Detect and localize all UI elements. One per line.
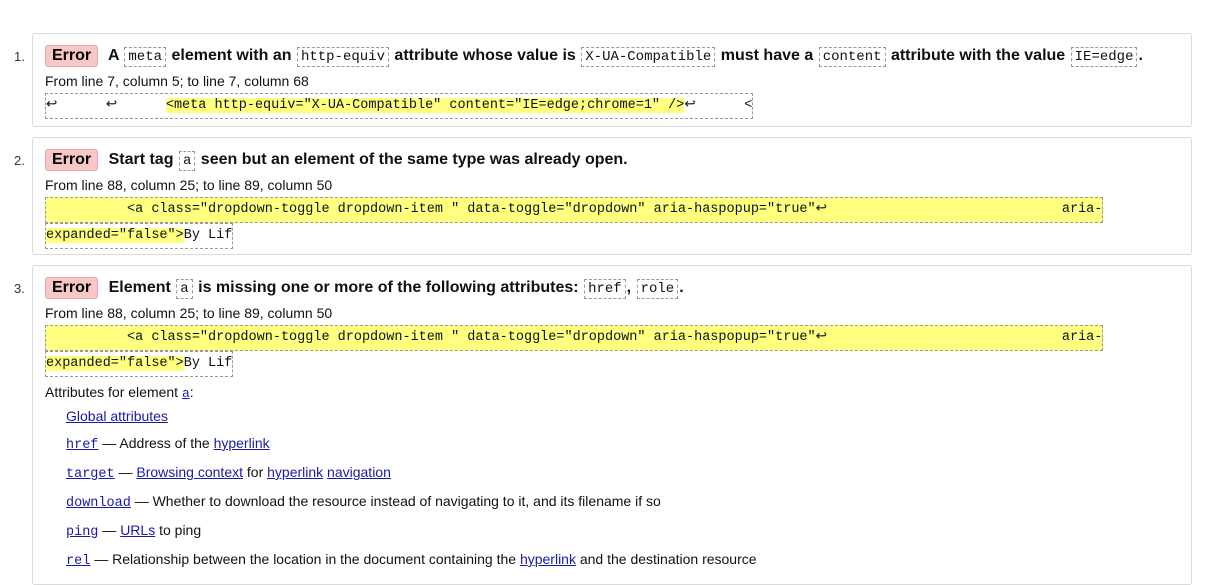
- source-extract: ↩ ↩ <meta http-equiv="X-UA-Compatible" c…: [45, 93, 1179, 119]
- error-badge: Error: [45, 45, 99, 67]
- message-1: 1. Error A meta element with an http-equ…: [14, 33, 1192, 127]
- code-term: a: [178, 151, 196, 171]
- list-item: href — Address of the hyperlink: [66, 435, 270, 453]
- code-term: a: [176, 279, 193, 299]
- attr-ping-link[interactable]: ping: [66, 522, 98, 540]
- global-attributes-link[interactable]: Global attributes: [66, 408, 168, 424]
- message-number: 2.: [14, 153, 25, 168]
- browsing-context-link[interactable]: Browsing context: [136, 464, 243, 480]
- navigation-link[interactable]: navigation: [327, 464, 391, 480]
- source-extract: <a class="dropdown-toggle dropdown-item …: [45, 325, 1179, 377]
- code-term: http-equiv: [296, 47, 389, 67]
- attr-target-link[interactable]: target: [66, 464, 115, 482]
- message-number: 3.: [14, 281, 25, 296]
- message-heading: Error Element a is missing one or more o…: [45, 276, 1179, 301]
- message-heading: Error Start tag a seen but an element of…: [45, 148, 1179, 173]
- attr-download-link[interactable]: download: [66, 493, 131, 511]
- hyperlink-link[interactable]: hyperlink: [214, 435, 270, 451]
- message-heading: Error A meta element with an http-equiv …: [45, 44, 1179, 69]
- error-badge: Error: [45, 277, 99, 299]
- message-number: 1.: [14, 49, 25, 64]
- code-term: content: [818, 47, 886, 67]
- list-item: download — Whether to download the resou…: [66, 493, 661, 511]
- list-item: Global attributes: [66, 403, 1179, 430]
- list-item: ping — URLs to ping: [66, 522, 202, 540]
- message-location: From line 88, column 25; to line 89, col…: [45, 305, 333, 321]
- list-item: target — Browsing context for hyperlink …: [66, 464, 391, 482]
- error-badge: Error: [45, 149, 99, 171]
- urls-link[interactable]: URLs: [120, 522, 155, 538]
- element-a-link[interactable]: a: [182, 386, 190, 401]
- code-term: href: [584, 279, 626, 299]
- attr-href-link[interactable]: href: [66, 435, 98, 453]
- hyperlink-link[interactable]: hyperlink: [267, 464, 323, 480]
- attr-rel-link[interactable]: rel: [66, 551, 90, 569]
- message-2: 2. Error Start tag a seen but an element…: [14, 137, 1192, 255]
- list-item: rel — Relationship between the location …: [66, 551, 757, 569]
- attributes-heading: Attributes for element a:: [45, 384, 194, 401]
- message-location: From line 7, column 5; to line 7, column…: [45, 73, 309, 89]
- message-3: 3. Error Element a is missing one or mor…: [14, 265, 1192, 585]
- code-term: IE=edge: [1070, 47, 1138, 67]
- source-extract: <a class="dropdown-toggle dropdown-item …: [45, 197, 1179, 249]
- attribute-list: Global attributes href — Address of the …: [45, 403, 1179, 575]
- message-location: From line 88, column 25; to line 89, col…: [45, 177, 333, 193]
- code-term: X-UA-Compatible: [581, 47, 716, 67]
- hyperlink-link[interactable]: hyperlink: [520, 551, 576, 567]
- code-term: meta: [124, 47, 167, 67]
- code-term: role: [636, 279, 679, 299]
